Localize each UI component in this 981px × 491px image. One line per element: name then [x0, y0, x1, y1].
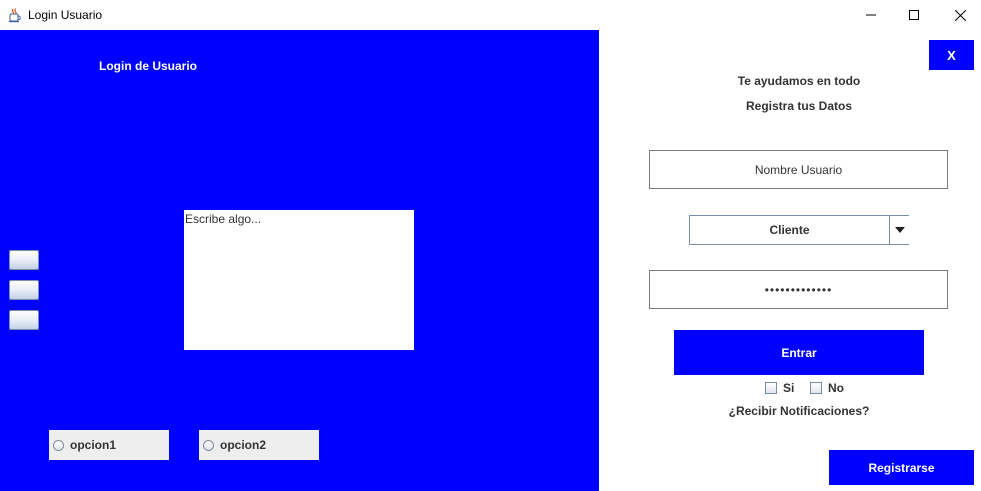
small-button-1[interactable] — [9, 250, 39, 270]
checkbox-no[interactable]: No — [810, 381, 844, 395]
dropdown-arrow-button[interactable] — [889, 216, 909, 244]
checkbox-si-box[interactable] — [765, 382, 777, 394]
message-textarea[interactable]: Escribe algo... — [184, 210, 414, 350]
register-data-text: Registra tus Datos — [745, 99, 853, 113]
close-icon — [954, 9, 966, 21]
login-title: Login de Usuario — [99, 59, 198, 73]
checkbox-no-box[interactable] — [810, 382, 822, 394]
username-input[interactable] — [649, 150, 948, 189]
radio-circle-icon[interactable] — [203, 439, 214, 451]
maximize-icon — [909, 10, 919, 20]
password-field[interactable] — [649, 270, 948, 309]
radio-option-2-label: opcion2 — [220, 438, 267, 452]
role-select[interactable]: Cliente — [689, 215, 909, 245]
radio-circle-icon[interactable] — [53, 439, 64, 451]
checkbox-si-label: Si — [783, 381, 795, 395]
radio-option-1[interactable]: opcion1 — [49, 430, 169, 460]
maximize-button[interactable] — [891, 0, 937, 30]
minimize-button[interactable] — [848, 0, 894, 30]
close-form-button[interactable]: X — [929, 40, 974, 70]
help-text: Te ayudamos en todo — [737, 74, 861, 88]
checkbox-si[interactable]: Si — [765, 381, 794, 395]
java-cup-icon — [7, 7, 23, 23]
chevron-down-icon — [894, 227, 905, 233]
window-title: Login Usuario — [28, 8, 103, 22]
small-button-3[interactable] — [9, 310, 39, 330]
enter-button[interactable]: Entrar — [674, 330, 924, 375]
checkbox-no-label: No — [828, 381, 844, 395]
small-button-2[interactable] — [9, 280, 39, 300]
title-bar: Login Usuario — [0, 0, 981, 30]
close-window-button[interactable] — [937, 0, 981, 30]
notifications-question: ¿Recibir Notificaciones? — [728, 404, 870, 418]
radio-option-1-label: opcion1 — [70, 438, 117, 452]
register-button[interactable]: Registrarse — [829, 450, 974, 485]
role-select-value: Cliente — [769, 223, 810, 237]
minimize-icon — [866, 14, 876, 16]
radio-option-2[interactable]: opcion2 — [199, 430, 319, 460]
